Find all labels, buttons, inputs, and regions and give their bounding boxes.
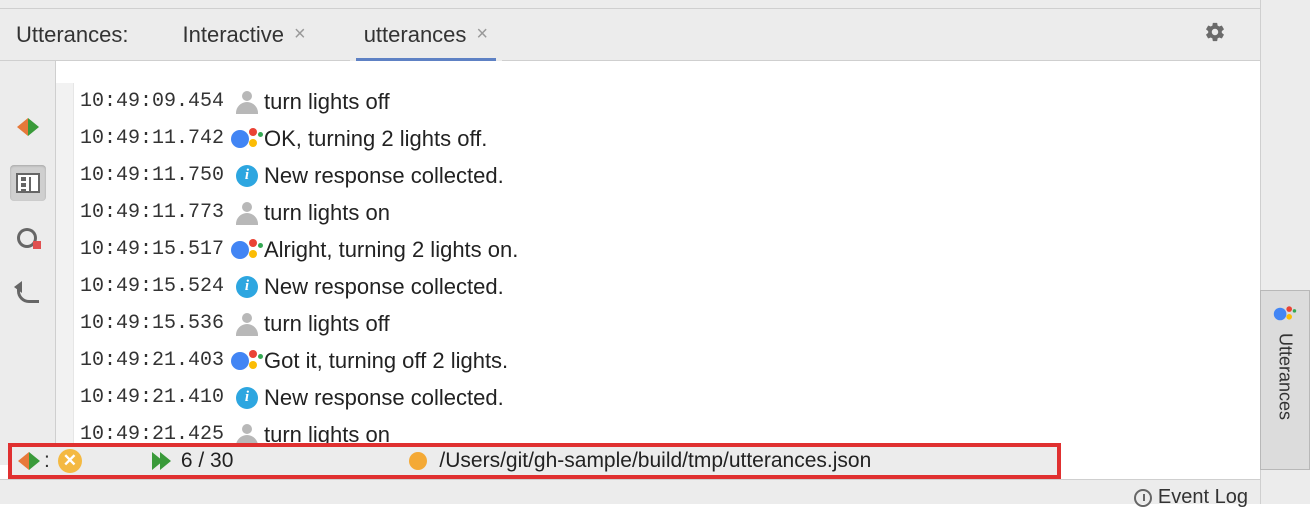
log-row[interactable]: 10:49:11.773 turn lights on xyxy=(56,194,1260,231)
right-tab-label: Utterances xyxy=(1275,333,1296,420)
timestamp: 10:49:15.524 xyxy=(80,275,230,298)
log-message: New response collected. xyxy=(264,274,504,300)
settings-button[interactable] xyxy=(1204,21,1226,49)
toolbar-sidebar xyxy=(0,61,56,465)
refresh-button[interactable] xyxy=(10,221,46,257)
log-message: turn lights on xyxy=(264,422,390,444)
log-message: turn lights on xyxy=(264,200,390,226)
log-row[interactable]: 10:49:15.536 turn lights off xyxy=(56,305,1260,342)
gutter xyxy=(56,379,74,416)
undo-icon xyxy=(17,287,39,303)
gutter xyxy=(56,231,74,268)
log-viewer[interactable]: 10:49:09.454 turn lights off 10:49:11.74… xyxy=(56,61,1260,443)
tab-bar: Utterances: Interactive × utterances × xyxy=(0,9,1260,61)
log-message: turn lights off xyxy=(264,311,390,337)
timestamp: 10:49:11.773 xyxy=(80,201,230,224)
status-separator: : xyxy=(44,449,50,473)
assistant-icon xyxy=(231,126,263,152)
gutter xyxy=(56,157,74,194)
timestamp: 10:49:11.750 xyxy=(80,164,230,187)
log-row[interactable]: 10:49:15.524 i New response collected. xyxy=(56,268,1260,305)
step-button[interactable] xyxy=(10,109,46,145)
event-log-button[interactable]: Event Log xyxy=(1134,486,1248,509)
log-message: Got it, turning off 2 lights. xyxy=(264,348,508,374)
log-message: Alright, turning 2 lights on. xyxy=(264,237,518,263)
user-icon xyxy=(235,312,259,336)
undo-button[interactable] xyxy=(10,277,46,313)
gutter xyxy=(56,83,74,120)
info-icon: i xyxy=(236,387,258,409)
gutter xyxy=(56,194,74,231)
timestamp: 10:49:21.425 xyxy=(80,423,230,443)
fast-forward-icon[interactable] xyxy=(152,452,171,470)
gear-icon xyxy=(1204,21,1226,43)
log-row[interactable]: 10:49:11.750 i New response collected. xyxy=(56,157,1260,194)
assistant-icon xyxy=(231,237,263,263)
bottom-bar xyxy=(0,479,1260,504)
timestamp: 10:49:21.403 xyxy=(80,349,230,372)
assistant-icon xyxy=(1274,305,1296,323)
log-message: OK, turning 2 lights off. xyxy=(264,126,487,152)
right-rail: Utterances xyxy=(1260,0,1310,504)
log-row[interactable]: 10:49:21.403 Got it, turning off 2 light… xyxy=(56,342,1260,379)
timestamp: 10:49:15.517 xyxy=(80,238,230,261)
timestamp: 10:49:11.742 xyxy=(80,127,230,150)
assistant-icon xyxy=(231,348,263,374)
log-message: turn lights off xyxy=(264,89,390,115)
warning-dot-icon xyxy=(409,452,427,470)
user-icon xyxy=(235,90,259,114)
log-row[interactable]: 10:49:11.742 OK, turning 2 lights off. xyxy=(56,120,1260,157)
tab-interactive[interactable]: Interactive × xyxy=(169,9,320,61)
info-icon: i xyxy=(236,165,258,187)
log-message: New response collected. xyxy=(264,163,504,189)
panel-title: Utterances: xyxy=(16,22,129,48)
tab-label: utterances xyxy=(364,22,467,48)
status-bar: : ✕ 6 / 30 /Users/git/gh-sample/build/tm… xyxy=(8,443,1061,479)
timestamp: 10:49:09.454 xyxy=(80,90,230,113)
error-badge-icon[interactable]: ✕ xyxy=(58,449,82,473)
step-icon[interactable] xyxy=(18,452,40,470)
log-message: New response collected. xyxy=(264,385,504,411)
info-icon: i xyxy=(236,276,258,298)
log-row[interactable]: 10:49:09.454 turn lights off xyxy=(56,83,1260,120)
right-tab-utterances[interactable]: Utterances xyxy=(1260,290,1310,470)
gutter xyxy=(56,342,74,379)
timestamp: 10:49:15.536 xyxy=(80,312,230,335)
refresh-stop-icon xyxy=(16,227,40,251)
gutter xyxy=(56,416,74,443)
layout-button[interactable] xyxy=(10,165,46,201)
tab-utterances[interactable]: utterances × xyxy=(350,9,502,61)
file-path: /Users/git/gh-sample/build/tmp/utterance… xyxy=(439,449,871,473)
user-icon xyxy=(235,201,259,225)
layout-icon xyxy=(16,173,40,193)
gutter xyxy=(56,305,74,342)
gutter xyxy=(56,268,74,305)
close-icon[interactable]: × xyxy=(476,23,488,46)
log-row[interactable]: 10:49:21.410 i New response collected. xyxy=(56,379,1260,416)
log-row[interactable]: 10:49:15.517 Alright, turning 2 lights o… xyxy=(56,231,1260,268)
user-icon xyxy=(235,423,259,444)
close-icon[interactable]: × xyxy=(294,23,306,46)
step-icon xyxy=(17,118,39,136)
event-log-label: Event Log xyxy=(1158,486,1248,509)
tab-label: Interactive xyxy=(183,22,285,48)
gutter xyxy=(56,120,74,157)
timestamp: 10:49:21.410 xyxy=(80,386,230,409)
log-row[interactable]: 10:49:21.425 turn lights on xyxy=(56,416,1260,443)
progress-count: 6 / 30 xyxy=(181,449,234,473)
